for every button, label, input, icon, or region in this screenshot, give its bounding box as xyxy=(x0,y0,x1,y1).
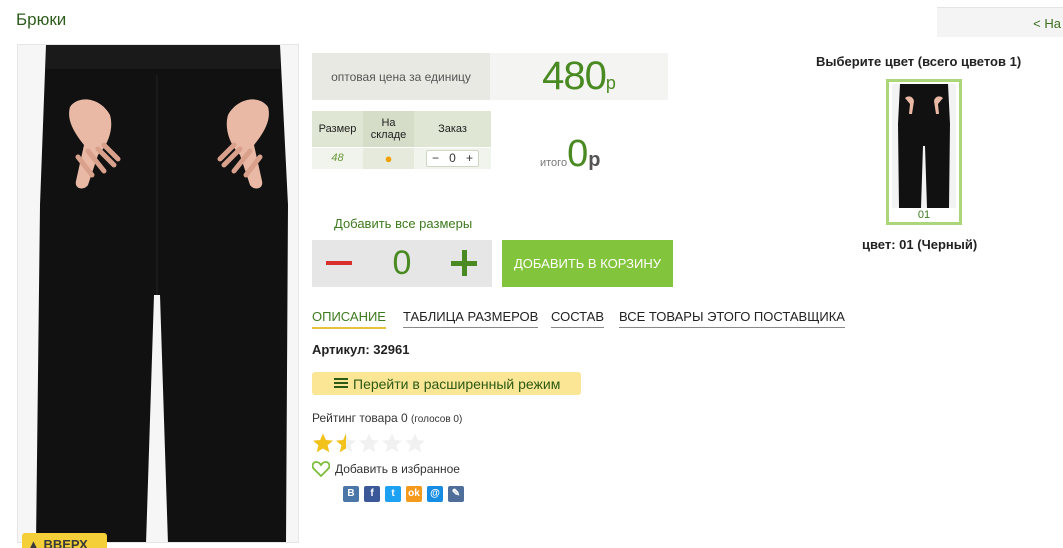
selected-color-label: цвет: 01 (Черный) xyxy=(862,237,978,252)
add-to-favorites-link[interactable]: Добавить в избранное xyxy=(312,461,460,477)
add-all-sizes-link[interactable]: Добавить все размеры xyxy=(334,216,472,231)
rating-votes: (голосов 0) xyxy=(411,414,463,425)
star-icon[interactable] xyxy=(358,432,380,454)
size-table-header: Размер На складе Заказ xyxy=(312,111,491,147)
price-label: оптовая цена за единицу xyxy=(312,53,490,100)
add-to-cart-button[interactable]: ДОБАВИТЬ В КОРЗИНУ xyxy=(502,240,673,287)
main-quantity-value[interactable]: 0 xyxy=(366,244,438,283)
header-stock: На складе xyxy=(363,111,414,147)
back-panel: < На xyxy=(937,7,1063,37)
order-total: итого0р xyxy=(540,133,600,176)
size-table: Размер На складе Заказ 48 ● − 0 + xyxy=(312,111,491,169)
size-value: 48 xyxy=(312,146,363,169)
product-photo[interactable] xyxy=(17,44,299,543)
header-size: Размер xyxy=(312,111,363,147)
plus-icon-vertical xyxy=(461,250,467,276)
star-icon[interactable] xyxy=(404,432,426,454)
price-number: 480 xyxy=(542,54,607,98)
page-title: Брюки xyxy=(16,10,67,29)
color-chooser-title: Выберите цвет (всего цветов 1) xyxy=(816,54,1022,69)
heart-icon xyxy=(312,461,330,477)
star-icon[interactable] xyxy=(335,432,357,454)
plus-button[interactable] xyxy=(438,240,492,287)
header-order: Заказ xyxy=(414,111,491,147)
scroll-up-button[interactable]: ▲ ВВЕРХ xyxy=(22,533,107,548)
tab-composition[interactable]: СОСТАВ xyxy=(551,309,605,328)
total-value: 0 xyxy=(567,133,589,175)
star-icon[interactable] xyxy=(312,432,334,454)
quantity-stepper: − 0 + xyxy=(426,149,479,167)
table-row: 48 ● − 0 + xyxy=(312,146,491,169)
advanced-mode-button[interactable]: Перейти в расширенный режим xyxy=(312,372,581,395)
order-cell: − 0 + xyxy=(414,146,491,169)
twitter-icon[interactable]: t xyxy=(385,486,401,502)
livejournal-icon[interactable]: ✎ xyxy=(448,486,464,502)
list-icon xyxy=(334,378,348,390)
stock-indicator: ● xyxy=(363,146,414,169)
price-value: 480 р xyxy=(490,53,668,100)
color-swatch[interactable]: 01 xyxy=(886,79,962,225)
social-share-bar: Вf t ok @ ✎ xyxy=(343,486,469,502)
odnoklassniki-icon[interactable]: ok xyxy=(406,486,422,502)
total-label: итого xyxy=(540,157,568,169)
vk-icon[interactable]: В xyxy=(343,486,359,502)
minus-icon xyxy=(326,261,352,265)
swatch-thumbnail xyxy=(892,84,956,208)
price-currency: р xyxy=(605,73,616,93)
decrement-button[interactable]: − xyxy=(427,151,444,165)
article-number: Артикул: 32961 xyxy=(312,342,410,357)
back-link[interactable]: < На xyxy=(1033,16,1061,31)
rating-stars[interactable] xyxy=(312,432,427,454)
mailru-icon[interactable]: @ xyxy=(427,486,443,502)
total-currency: р xyxy=(588,149,601,171)
facebook-icon[interactable]: f xyxy=(364,486,380,502)
main-quantity-stepper: 0 xyxy=(312,240,492,287)
star-icon[interactable] xyxy=(381,432,403,454)
tab-description[interactable]: ОПИСАНИЕ xyxy=(312,309,386,329)
advanced-mode-label: Перейти в расширенный режим xyxy=(353,375,561,392)
quantity-value[interactable]: 0 xyxy=(444,151,461,165)
minus-button[interactable] xyxy=(312,240,366,287)
tab-size-chart[interactable]: ТАБЛИЦА РАЗМЕРОВ xyxy=(403,309,539,328)
tab-supplier-products[interactable]: ВСЕ ТОВАРЫ ЭТОГО ПОСТАВЩИКА xyxy=(619,309,845,328)
favorite-label: Добавить в избранное xyxy=(335,462,460,476)
increment-button[interactable]: + xyxy=(461,151,478,165)
rating-label: Рейтинг товара 0 xyxy=(312,411,408,425)
product-rating: Рейтинг товара 0 (голосов 0) xyxy=(312,411,462,425)
trousers-image xyxy=(18,45,298,542)
swatch-code: 01 xyxy=(917,209,931,221)
product-page: Брюки < На ▲ ВВЕРХ оптовая цена за едини… xyxy=(0,0,1063,548)
